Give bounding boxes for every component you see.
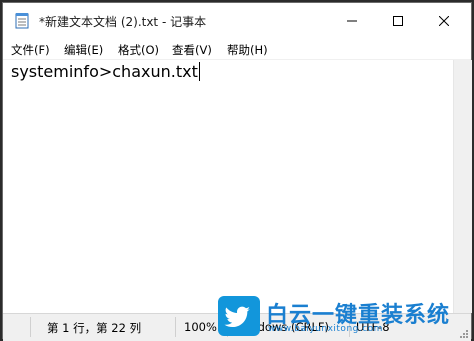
status-separator	[175, 317, 176, 337]
text-caret	[198, 62, 200, 81]
menu-file[interactable]: 文件(F)	[11, 42, 50, 58]
maximize-button[interactable]	[375, 3, 421, 39]
zoom-level: 100%	[184, 320, 217, 334]
menu-help[interactable]: 帮助(H)	[227, 42, 268, 58]
text-editor[interactable]: systeminfo>chaxun.txt	[3, 60, 453, 313]
notepad-icon	[15, 13, 29, 29]
notepad-window: *新建文本文档 (2).txt - 记事本 文件(F) 编辑(E) 格式(O) …	[2, 2, 472, 341]
window-title: *新建文本文档 (2).txt - 记事本	[39, 15, 207, 29]
title-bar[interactable]: *新建文本文档 (2).txt - 记事本	[3, 3, 471, 39]
minimize-icon	[347, 20, 357, 22]
status-separator	[30, 317, 31, 337]
editor-content-line[interactable]: systeminfo>chaxun.txt	[11, 62, 200, 81]
minimize-button[interactable]	[329, 3, 375, 39]
watermark-url: www.baiyunxitong.com	[268, 324, 383, 334]
menu-view[interactable]: 查看(V)	[172, 42, 212, 58]
vertical-scrollbar[interactable]	[453, 60, 472, 313]
editor-text: systeminfo>chaxun.txt	[11, 62, 198, 81]
close-button[interactable]	[421, 3, 467, 39]
watermark: 白云一键重装系统 www.baiyunxitong.com	[218, 296, 468, 338]
twitter-bird-logo	[218, 296, 260, 336]
maximize-icon	[393, 16, 403, 26]
close-icon	[439, 16, 449, 26]
menu-bar: 文件(F) 编辑(E) 格式(O) 查看(V) 帮助(H)	[3, 39, 471, 60]
menu-format[interactable]: 格式(O)	[118, 42, 159, 58]
menu-edit[interactable]: 编辑(E)	[64, 42, 103, 58]
cursor-position: 第 1 行，第 22 列	[47, 321, 142, 335]
